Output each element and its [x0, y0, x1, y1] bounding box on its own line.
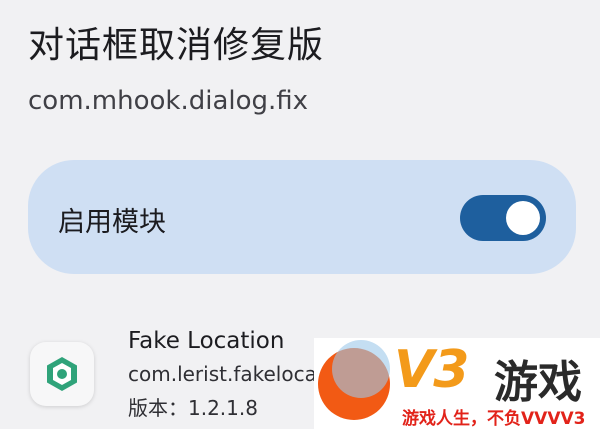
enable-module-switch[interactable]	[460, 195, 546, 241]
app-version: 版本：1.2.1.8	[128, 396, 258, 420]
app-name: Fake Location	[128, 328, 285, 354]
switch-thumb	[506, 201, 540, 235]
watermark-logo: V3 游戏 游戏人生，不负VVVV3	[314, 338, 600, 429]
watermark-brand: V3	[394, 340, 469, 400]
app-package-name: com.lerist.fakelocation	[128, 362, 328, 386]
module-title: 对话框取消修复版	[28, 25, 325, 66]
fake-location-app-icon	[30, 342, 94, 406]
module-package-name: com.mhook.dialog.fix	[28, 86, 309, 116]
enable-module-label: 启用模块	[58, 207, 166, 238]
watermark-slogan: 游戏人生，不负VVVV3	[402, 409, 586, 429]
watermark-name: 游戏	[494, 357, 582, 408]
music-disc-icon	[318, 340, 390, 420]
enable-module-card[interactable]: 启用模块	[28, 160, 576, 274]
